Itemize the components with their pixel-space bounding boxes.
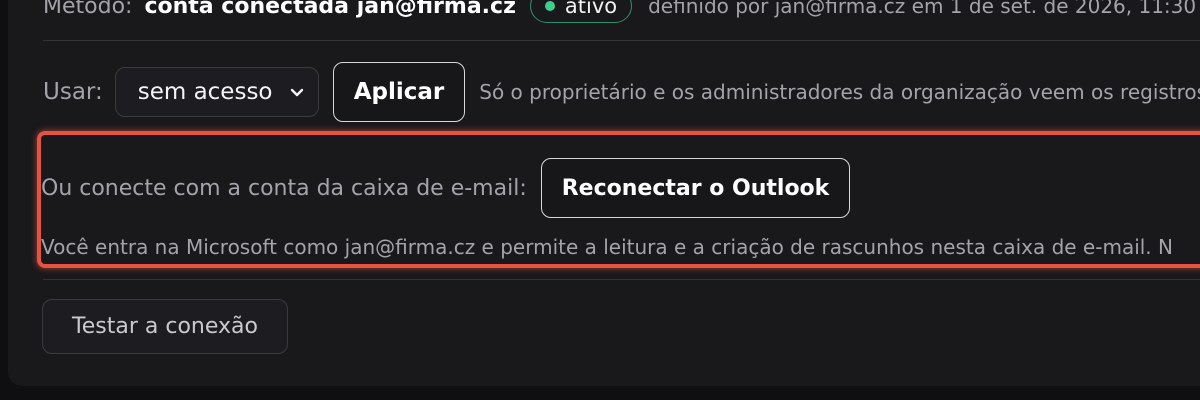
status-dot-icon [544, 1, 555, 11]
chevron-down-icon [288, 83, 306, 101]
method-row: Método: conta conectada jan@firma.cz ati… [43, 0, 1196, 26]
connect-label: Ou conecte com a conta da caixa de e-mai… [41, 175, 527, 201]
method-email: jan@firma.cz [349, 0, 516, 19]
use-hint: Só o proprietário e os administradores d… [479, 80, 1200, 104]
divider [43, 40, 1200, 41]
status-badge-label: ativo [564, 0, 618, 18]
defined-by-text: definido por jan@firma.cz em 1 de set. d… [648, 0, 1197, 18]
method-email-text: jan@firma.cz [356, 0, 516, 19]
apply-button[interactable]: Aplicar [332, 62, 466, 122]
method-label: Método: [43, 0, 133, 19]
access-select-value: sem acesso [137, 79, 273, 105]
connect-section-highlight: Ou conecte com a conta da caixa de e-mai… [37, 131, 1200, 268]
use-row: Usar: sem acesso Aplicar Só o proprietár… [43, 62, 1200, 122]
connect-row: Ou conecte com a conta da caixa de e-mai… [41, 158, 851, 218]
divider [43, 279, 1200, 280]
reconnect-outlook-button[interactable]: Reconectar o Outlook [540, 158, 851, 218]
use-label: Usar: [43, 79, 103, 105]
status-badge: ativo [529, 0, 633, 23]
test-connection-button[interactable]: Testar a conexão [42, 299, 288, 354]
access-select[interactable]: sem acesso [114, 67, 319, 117]
method-value: conta conectada [144, 0, 350, 19]
connect-note: Você entra na Microsoft como jan@firma.c… [41, 235, 1173, 259]
